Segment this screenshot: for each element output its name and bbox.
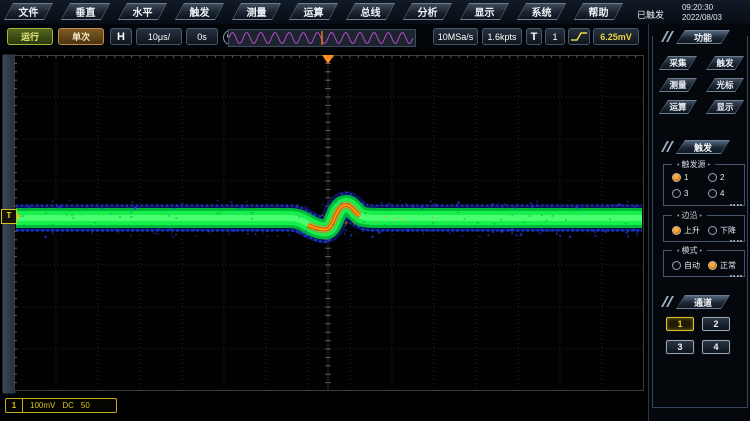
timebase-button[interactable]: 10μs/ [136,28,182,45]
banner-slashes-icon [661,141,673,151]
banner-slashes-icon [661,296,673,306]
channel1-trace [16,192,642,242]
memory-depth-button[interactable]: 1.6kpts [482,28,522,45]
banner-slashes-icon [661,31,673,41]
badge-scale: 100mV [30,401,55,410]
trigger-label: T [526,28,542,45]
trigger-slope-button[interactable] [568,28,590,45]
menu-item-system[interactable]: 系统 [517,3,566,20]
trigger-source-group: 触发源 1 2 3 4 [663,164,745,206]
trigger-level-button[interactable]: 6.25mV [593,28,639,45]
channel-button-3[interactable]: 3 [666,340,694,354]
run-button[interactable]: 运行 [7,28,53,45]
trigger-edge-label: 边沿 [672,211,707,221]
trigger-source-button[interactable]: 1 [545,28,565,45]
trigger-mode-label: 模式 [672,246,707,256]
right-panel: 功能 采集 触发 测量 光标 运算 显示 触发 触发源 1 2 3 4 边沿 上… [648,24,750,421]
radio-dot-selected [672,226,681,235]
badge-impedance: 50 [81,401,90,410]
channel-button-2[interactable]: 2 [702,317,730,331]
radio-source-1[interactable]: 1 [672,173,688,182]
function-section-header: 功能 [676,30,730,44]
trigger-section-header: 触发 [676,140,730,154]
menu-item-measure[interactable]: 测量 [232,3,281,20]
menu-item-display[interactable]: 显示 [460,3,509,20]
preview-sine-icon [229,30,415,46]
clock: 09:20:30 2022/08/03 [682,3,722,22]
scope-display [14,55,644,391]
horizontal-label: H [110,28,132,45]
radio-mode-normal[interactable]: 正常 [708,260,736,271]
radio-source-2[interactable]: 2 [708,173,724,182]
trigger-level-marker[interactable]: T [1,209,17,224]
radio-dot [672,189,681,198]
menu-item-help[interactable]: 帮助 [574,3,623,20]
channel1-badge[interactable]: 1 100mV DC 50 [5,398,117,413]
badge-channel-number: 1 [6,399,23,412]
waveform-preview[interactable] [228,29,416,47]
menu-row: 文件 垂直 水平 触发 测量 运算 总线 分析 显示 系统 帮助 [4,3,623,20]
menu-item-horizontal[interactable]: 水平 [118,3,167,20]
badge-coupling: DC [62,401,74,410]
menu-item-file[interactable]: 文件 [4,3,53,20]
radio-dot [708,189,717,198]
trigger-edge-group: 边沿 上升 下降 [663,215,745,242]
radio-dot [708,226,717,235]
menu-bar: 文件 垂直 水平 触发 测量 运算 总线 分析 显示 系统 帮助 已触发 09:… [0,0,750,25]
clock-date: 2022/08/03 [682,13,722,23]
channel-section-header: 通道 [676,295,730,309]
trigger-status-text: 已触发 [637,8,664,21]
radio-source-4[interactable]: 4 [708,189,724,198]
menu-item-math[interactable]: 运算 [289,3,338,20]
radio-source-3[interactable]: 3 [672,189,688,198]
horizontal-offset-button[interactable]: 0s [186,28,218,45]
radio-edge-rising[interactable]: 上升 [672,225,700,236]
menu-item-bus[interactable]: 总线 [346,3,395,20]
menu-item-vertical[interactable]: 垂直 [61,3,110,20]
menu-item-trigger[interactable]: 触发 [175,3,224,20]
radio-dot-selected [708,261,717,270]
menu-item-analyze[interactable]: 分析 [403,3,452,20]
trigger-position-marker[interactable] [322,55,334,64]
rising-edge-icon [570,30,588,43]
radio-edge-falling[interactable]: 下降 [708,225,736,236]
trigger-mode-group: 模式 自动 正常 [663,250,745,277]
single-button[interactable]: 单次 [58,28,104,45]
radio-dot [708,173,717,182]
clock-time: 09:20:30 [682,3,722,13]
trigger-source-label: 触发源 [672,160,715,170]
channel-button-1[interactable]: 1 [666,317,694,331]
channel-button-4[interactable]: 4 [702,340,730,354]
radio-dot-selected [672,173,681,182]
radio-dot [672,261,681,270]
sample-rate-button[interactable]: 10MSa/s [433,28,478,45]
radio-mode-auto[interactable]: 自动 [672,260,700,271]
